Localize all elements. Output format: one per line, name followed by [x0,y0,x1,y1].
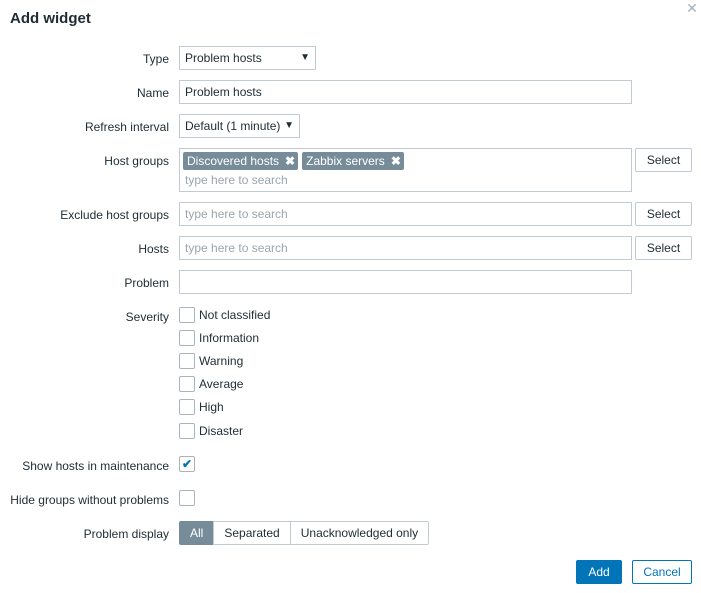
dropdown-arrow-icon: ▼ [300,52,310,63]
refresh-interval-select[interactable]: Default (1 minute) ▼ [179,114,300,138]
dialog-title: Add widget [10,10,91,27]
severity-option-label: High [199,400,224,414]
name-input[interactable]: Problem hosts [179,80,632,104]
add-button[interactable]: Add [576,560,622,584]
severity-checkbox[interactable] [179,399,195,415]
severity-option-label: Warning [199,354,244,368]
host-group-tag: Zabbix servers ✖ [302,152,404,170]
severity-checkbox[interactable] [179,353,195,369]
severity-option-label: Information [199,331,260,345]
host-groups-search[interactable]: type here to search [185,173,288,187]
problem-display-label: Problem display [83,527,169,541]
cancel-button[interactable]: Cancel [632,560,692,584]
name-input-value: Problem hosts [185,85,262,99]
type-row: Type Problem hosts ▼ [0,46,701,70]
exclude-host-groups-input[interactable]: type here to search [179,202,632,226]
refresh-interval-row: Refresh interval Default (1 minute) ▼ [0,114,701,138]
severity-option-label: Disaster [199,424,244,438]
hosts-placeholder: type here to search [185,241,288,255]
problem-label: Problem [124,276,169,290]
problem-display-separated[interactable]: Separated [213,521,291,545]
severity-label: Severity [125,310,169,324]
close-icon[interactable]: ✕ [685,1,699,15]
remove-tag-icon[interactable]: ✖ [391,154,401,168]
host-groups-select-button[interactable]: Select [635,148,692,172]
exclude-host-groups-select-button[interactable]: Select [635,202,692,226]
tag-label: Zabbix servers [306,154,385,168]
name-label: Name [136,86,169,100]
severity-checkbox[interactable] [179,307,195,323]
type-select-value: Problem hosts [185,51,262,65]
dropdown-arrow-icon: ▼ [284,120,294,131]
problem-display-all[interactable]: All [179,521,215,545]
severity-checkbox[interactable] [179,376,195,392]
refresh-interval-label: Refresh interval [84,120,169,134]
host-groups-multiselect[interactable]: Discovered hosts ✖ Zabbix servers ✖ type h… [179,148,632,192]
exclude-host-groups-placeholder: type here to search [185,207,288,221]
problem-input[interactable] [179,270,632,294]
tag-label: Discovered hosts [187,154,280,168]
host-groups-row: Host groups Discovered hosts ✖ Zabbix ser… [0,148,701,192]
show-hosts-in-maintenance-checkbox[interactable]: ✔ [179,456,195,472]
hide-groups-without-problems-label: Hide groups without problems [10,493,169,507]
hosts-label: Hosts [138,242,169,256]
severity-option-label: Not classified [199,308,271,322]
problem-display-unacknowledged-only[interactable]: Unacknowledged only [289,521,430,545]
severity-option-label: Average [199,377,244,391]
host-group-tag: Discovered hosts ✖ [183,152,299,170]
severity-checkbox[interactable] [179,330,195,346]
checkmark-icon: ✔ [182,457,193,471]
hosts-input[interactable]: type here to search [179,236,632,260]
refresh-interval-value: Default (1 minute) [185,119,281,133]
exclude-host-groups-label: Exclude host groups [60,208,169,222]
type-select[interactable]: Problem hosts ▼ [179,46,316,70]
severity-checkbox[interactable] [179,423,195,439]
remove-tag-icon[interactable]: ✖ [285,154,295,168]
type-label: Type [142,52,169,66]
host-groups-label: Host groups [104,154,169,168]
problem-display-segmented: All Separated Unacknowledged only [179,521,430,545]
show-hosts-in-maintenance-label: Show hosts in maintenance [22,459,169,473]
hide-groups-without-problems-checkbox[interactable] [179,490,195,506]
hosts-select-button[interactable]: Select [635,236,692,260]
